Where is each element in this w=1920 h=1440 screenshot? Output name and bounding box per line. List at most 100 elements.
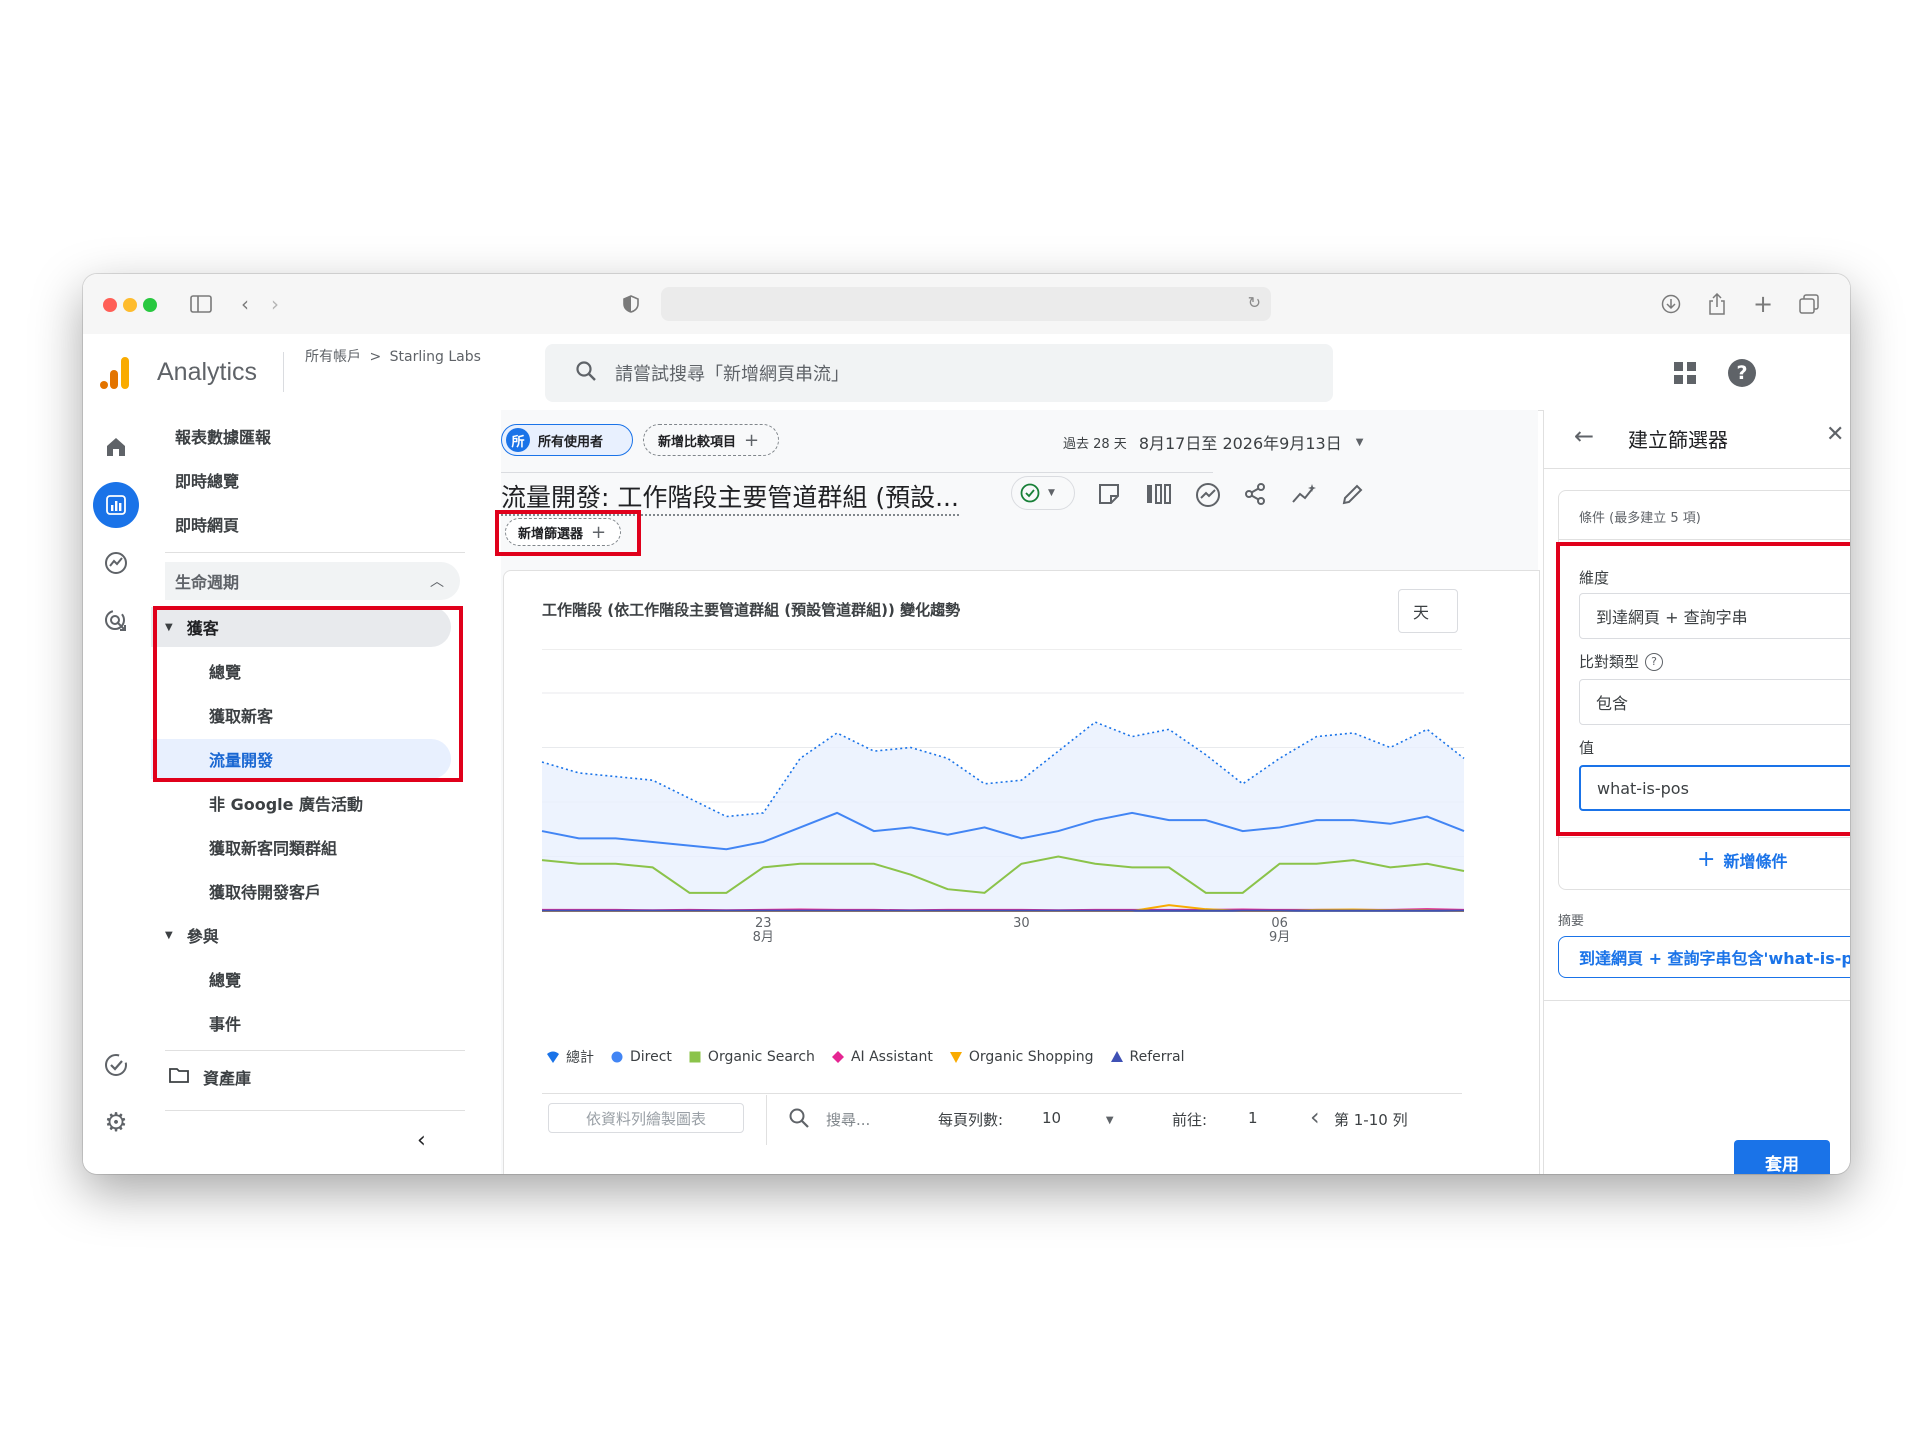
- report-status-button[interactable]: ▼: [1011, 476, 1075, 510]
- tab-overview-icon[interactable]: [1795, 290, 1823, 318]
- legend-label: Referral: [1129, 1049, 1185, 1065]
- reports-icon[interactable]: [93, 482, 139, 528]
- legend-item[interactable]: AI Assistant: [831, 1049, 933, 1065]
- configure-check-icon[interactable]: [93, 1042, 139, 1088]
- date-range-picker[interactable]: 過去 28 天 8月17日至 2026年9月13日 ▼: [1063, 430, 1363, 454]
- minimize-window-button[interactable]: [123, 298, 137, 312]
- nav-realtime-overview[interactable]: 即時總覽: [175, 460, 475, 500]
- summary-label: 摘要: [1558, 914, 1585, 929]
- apply-label: 套用: [1765, 1154, 1799, 1175]
- apps-grid-icon[interactable]: [1673, 361, 1697, 385]
- breadcrumb[interactable]: 所有帳戶 > Starling Labs: [305, 346, 481, 366]
- forward-arrow-icon[interactable]: ›: [261, 290, 289, 318]
- address-bar[interactable]: ↻: [661, 287, 1271, 321]
- apply-button[interactable]: 套用: [1734, 1140, 1830, 1174]
- nav-events[interactable]: 事件: [209, 1003, 509, 1043]
- rows-per-page-label: 每頁列數:: [938, 1111, 1004, 1129]
- nav-reports-snapshot[interactable]: 報表數據匯報: [175, 416, 475, 456]
- new-tab-icon[interactable]: +: [1749, 290, 1777, 318]
- legend-item[interactable]: 總計: [546, 1047, 594, 1067]
- goto-page-input[interactable]: 1: [1248, 1109, 1258, 1127]
- chart-period-button[interactable]: 天: [1398, 589, 1458, 633]
- date-range-prefix: 過去 28 天: [1063, 436, 1127, 452]
- legend-item[interactable]: Organic Shopping: [949, 1049, 1094, 1065]
- breadcrumb-account[interactable]: 所有帳戶: [305, 349, 361, 365]
- nav-bottom-divider: [165, 1110, 465, 1111]
- nav-realtime-pages[interactable]: 即時網頁: [175, 504, 475, 544]
- legend-item[interactable]: Referral: [1110, 1049, 1185, 1065]
- segment-chip-label: 所有使用者: [538, 434, 604, 450]
- nav-user-acquisition-cohort[interactable]: 獲取新客同類群組: [209, 827, 509, 867]
- settings-gear-icon[interactable]: ⚙: [93, 1100, 139, 1146]
- insights-icon[interactable]: [1195, 482, 1221, 512]
- panel-close-icon[interactable]: ✕: [1826, 422, 1844, 447]
- folder-icon: [169, 1067, 189, 1087]
- panel-back-arrow-icon[interactable]: ←: [1574, 422, 1594, 450]
- table-search-input[interactable]: 搜尋...: [826, 1109, 870, 1130]
- summary-text: 到達網頁 + 查詢字串包含'what-is-pos': [1579, 949, 1850, 968]
- back-arrow-icon[interactable]: ‹: [231, 290, 259, 318]
- legend-marker-icon: [689, 1051, 701, 1063]
- edit-comparisons-icon[interactable]: [1097, 482, 1121, 510]
- home-icon[interactable]: [93, 424, 139, 470]
- edit-pencil-icon[interactable]: [1341, 482, 1365, 510]
- nav-non-google-campaigns[interactable]: 非 Google 廣告活動: [209, 783, 509, 823]
- download-icon[interactable]: [1657, 290, 1685, 318]
- table-toolbar-divider: [542, 1093, 1462, 1094]
- plot-rows-label: 依資料列繪製圖表: [585, 1109, 706, 1128]
- close-window-button[interactable]: [103, 298, 117, 312]
- segment-letter-icon: 所: [506, 428, 530, 452]
- analytics-logo-icon[interactable]: [99, 356, 131, 390]
- nav-library[interactable]: 資產庫: [169, 1057, 251, 1097]
- search-box[interactable]: 請嘗試搜尋「新增網頁串流」: [545, 344, 1333, 402]
- dropdown-caret-icon: ▼: [1105, 1115, 1114, 1126]
- collapse-nav-chevron-left-icon[interactable]: ‹: [417, 1128, 426, 1153]
- legend-label: AI Assistant: [850, 1049, 933, 1065]
- nav-library-label: 資產庫: [203, 1069, 252, 1088]
- share-icon[interactable]: [1703, 290, 1731, 318]
- goto-label: 前往:: [1172, 1111, 1208, 1129]
- dropdown-caret-icon: ▼: [1048, 488, 1055, 498]
- plot-rows-button[interactable]: 依資料列繪製圖表: [548, 1103, 744, 1133]
- panel-title: 建立篩選器: [1628, 428, 1728, 452]
- rows-per-page-select[interactable]: 10 ▼: [1042, 1109, 1114, 1127]
- nav-lead-acquisition[interactable]: 獲取待開發客戶: [209, 871, 509, 911]
- browser-window: ‹ › ↻ + Analytics 所有帳戶 > Starling Labs 請…: [83, 274, 1850, 1174]
- nav-lifecycle-header[interactable]: 生命週期 ︿: [165, 562, 460, 600]
- breadcrumb-property[interactable]: Starling Labs: [390, 349, 481, 365]
- compare-columns-icon[interactable]: [1145, 482, 1173, 510]
- chevron-up-icon: ︿: [430, 574, 444, 590]
- segment-chip-all-users[interactable]: 所 所有使用者: [501, 424, 633, 456]
- date-range-value: 8月17日至 2026年9月13日: [1138, 434, 1342, 453]
- report-navigation: 報表數據匯報 即時總覽 即時網頁 生命週期 ︿ ▼ 獲客 總覽 獲取新客 流量開…: [151, 410, 501, 1174]
- sidebar-toggle-icon[interactable]: [187, 290, 215, 318]
- panel-header-divider: [1544, 468, 1850, 469]
- add-comparison-button[interactable]: 新增比較項目 +: [643, 424, 779, 456]
- dropdown-caret-icon: ▼: [1355, 436, 1364, 448]
- trend-chart: 238月 30 069月: [541, 692, 1465, 943]
- reload-icon[interactable]: ↻: [1248, 293, 1261, 312]
- filter-panel: ← 建立篩選器 ✕ 條件 (最多建立 5 項) 維度 到達網頁 + 查詢字串 ▼…: [1543, 410, 1850, 1174]
- legend-label: Organic Search: [707, 1049, 815, 1065]
- nav-engagement[interactable]: ▼ 參與: [151, 915, 451, 955]
- previous-page-chevron-icon[interactable]: ‹: [1310, 1103, 1320, 1131]
- add-condition-button[interactable]: + 新增條件: [1697, 847, 1787, 872]
- app-name[interactable]: Analytics: [157, 358, 257, 387]
- advertising-icon[interactable]: [93, 598, 139, 644]
- maximize-window-button[interactable]: [143, 298, 157, 312]
- help-icon[interactable]: ?: [1728, 359, 1756, 387]
- share-report-icon[interactable]: [1243, 482, 1267, 510]
- legend-item[interactable]: Direct: [610, 1049, 672, 1065]
- shield-icon[interactable]: [617, 290, 645, 318]
- trend-sparkle-icon[interactable]: [1291, 482, 1319, 510]
- explore-icon[interactable]: [93, 540, 139, 586]
- header-divider: [283, 352, 284, 392]
- browser-titlebar: ‹ › ↻ +: [83, 274, 1850, 335]
- legend-item[interactable]: Organic Search: [688, 1049, 815, 1065]
- rows-per-page-value: 10: [1042, 1109, 1062, 1127]
- analytics-header: Analytics 所有帳戶 > Starling Labs 請嘗試搜尋「新增網…: [83, 334, 1850, 411]
- nav-engagement-overview[interactable]: 總覽: [209, 959, 509, 999]
- conditions-divider: [1559, 539, 1850, 540]
- report-main: 所 所有使用者 新增比較項目 + 過去 28 天 8月17日至 2026年9月1…: [495, 410, 1540, 1174]
- chart-legend: 總計 Direct Organic Search AI Assistant Organi…: [546, 1047, 1201, 1067]
